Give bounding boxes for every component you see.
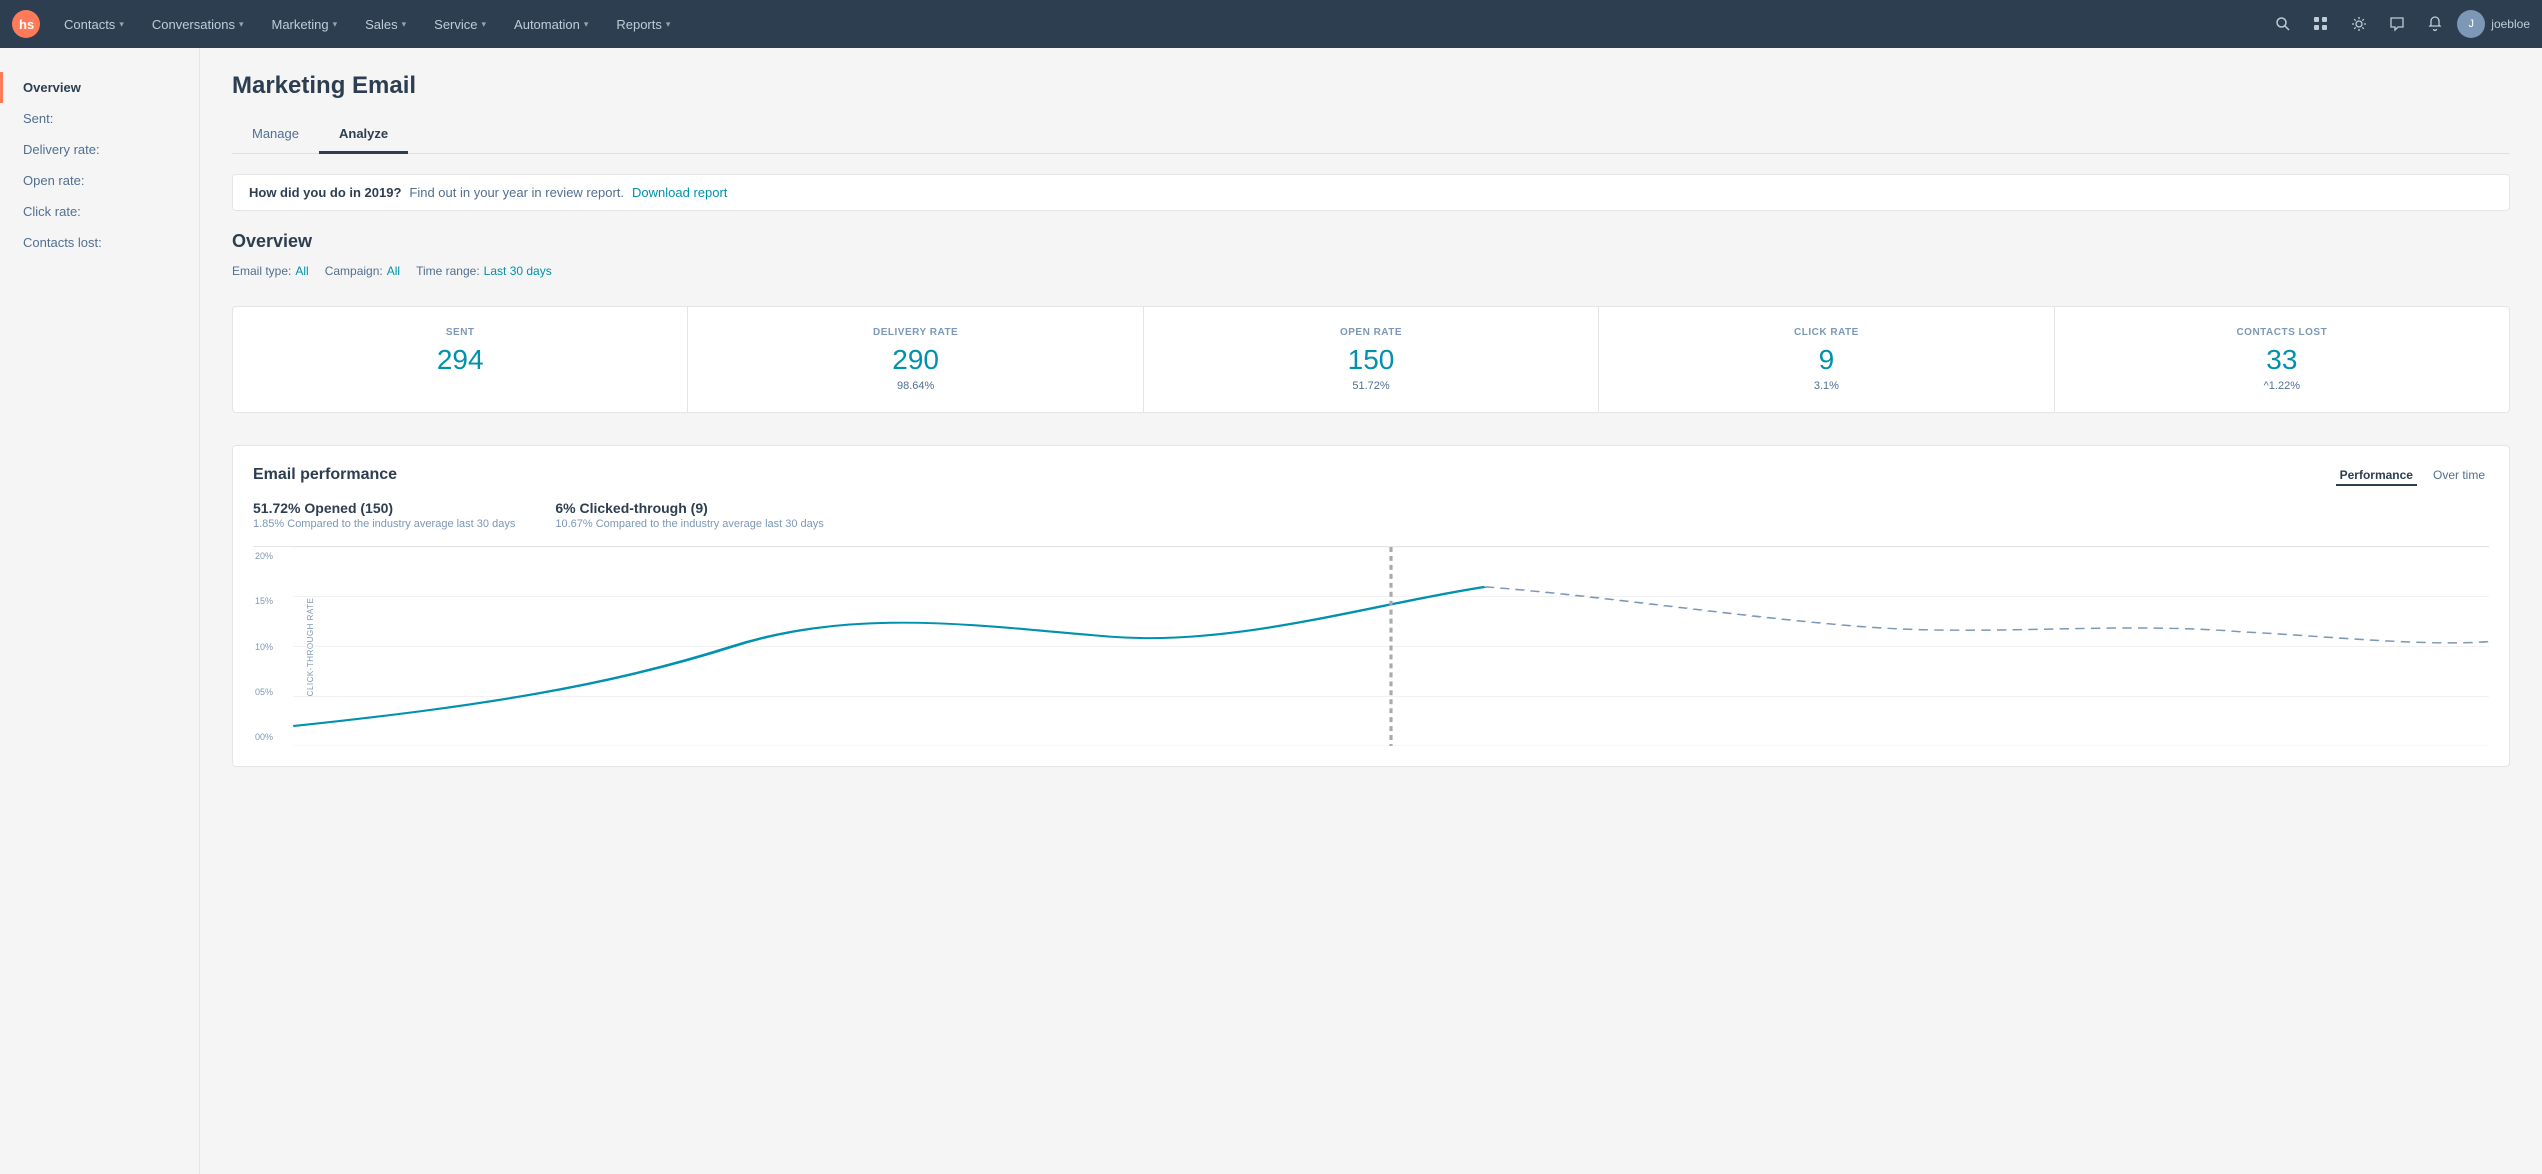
- banner-description: Find out in your year in review report.: [409, 185, 624, 200]
- performance-title: Email performance: [253, 466, 397, 484]
- stat-open-rate: OPEN RATE 150 51.72%: [1144, 307, 1599, 412]
- sidebar-item-sent[interactable]: Sent:: [0, 103, 199, 134]
- filter-campaign-value[interactable]: All: [387, 264, 400, 278]
- download-report-link[interactable]: Download report: [632, 185, 727, 200]
- stat-open-rate-sub: 51.72%: [1160, 380, 1582, 392]
- main-content: Marketing Email Manage Analyze How did y…: [200, 48, 2542, 1174]
- sidebar-item-delivery-rate[interactable]: Delivery rate:: [0, 134, 199, 165]
- stat-sent-label: SENT: [249, 327, 671, 338]
- page-tabs: Manage Analyze: [232, 116, 2510, 154]
- username-label[interactable]: joebloe: [2491, 17, 2530, 31]
- filter-campaign: Campaign: All: [325, 264, 400, 278]
- stat-contacts-lost-sub: ^1.22%: [2071, 380, 2493, 392]
- chevron-down-icon: ▾: [119, 19, 124, 30]
- year-review-banner: How did you do in 2019? Find out in your…: [232, 174, 2510, 211]
- perf-metric-clicked-sub: 10.67% Compared to the industry average …: [555, 518, 823, 530]
- filter-time-range: Time range: Last 30 days: [416, 264, 552, 278]
- chart-area: 20% 15% 10% 05% 00% CLICK-THROUGH RATE: [253, 546, 2489, 746]
- stat-delivery-rate-value: 290: [704, 344, 1126, 376]
- stat-open-rate-value: 150: [1160, 344, 1582, 376]
- chevron-down-icon: ▾: [402, 19, 407, 30]
- perf-metric-opened-sub: 1.85% Compared to the industry average l…: [253, 518, 515, 530]
- banner-question: How did you do in 2019?: [249, 185, 401, 200]
- filter-email-type: Email type: All: [232, 264, 309, 278]
- stat-delivery-rate: DELIVERY RATE 290 98.64%: [688, 307, 1143, 412]
- perf-metric-opened-title: 51.72% Opened (150): [253, 500, 515, 516]
- nav-item-conversations[interactable]: Conversations ▾: [140, 0, 256, 48]
- perf-metric-clicked-title: 6% Clicked-through (9): [555, 500, 823, 516]
- navbar: hs Contacts ▾ Conversations ▾ Marketing …: [0, 0, 2542, 48]
- filter-time-range-value[interactable]: Last 30 days: [484, 264, 552, 278]
- chevron-down-icon: ▾: [333, 19, 338, 30]
- stat-contacts-lost-label: CONTACTS LOST: [2071, 327, 2493, 338]
- page-title: Marketing Email: [232, 72, 2510, 100]
- tab-manage[interactable]: Manage: [232, 116, 319, 154]
- y-label-2: 05%: [255, 687, 273, 697]
- nav-item-automation[interactable]: Automation ▾: [502, 0, 600, 48]
- chevron-down-icon: ▾: [584, 19, 589, 30]
- stat-click-rate-label: CLICK RATE: [1615, 327, 2037, 338]
- tab-analyze[interactable]: Analyze: [319, 116, 408, 154]
- chevron-down-icon: ▾: [482, 19, 487, 30]
- stat-delivery-rate-sub: 98.64%: [704, 380, 1126, 392]
- y-label-3: 10%: [255, 642, 273, 652]
- stat-sent: SENT 294: [233, 307, 688, 412]
- stats-grid: SENT 294 DELIVERY RATE 290 98.64% OPEN R…: [232, 306, 2510, 413]
- hubspot-logo[interactable]: hs: [12, 10, 40, 38]
- chart-tabs: Performance Over time: [2336, 466, 2489, 486]
- sidebar-item-open-rate[interactable]: Open rate:: [0, 165, 199, 196]
- avatar[interactable]: J: [2457, 10, 2485, 38]
- notifications-icon[interactable]: [2419, 8, 2451, 40]
- overview-section-title: Overview: [232, 231, 2510, 252]
- nav-item-service[interactable]: Service ▾: [422, 0, 498, 48]
- sidebar: Overview Sent: Delivery rate: Open rate:…: [0, 48, 200, 1174]
- stat-contacts-lost: CONTACTS LOST 33 ^1.22%: [2055, 307, 2509, 412]
- chart-tab-over-time[interactable]: Over time: [2429, 466, 2489, 486]
- email-performance-section: Email performance Performance Over time …: [232, 445, 2510, 767]
- sidebar-item-overview[interactable]: Overview: [0, 72, 199, 103]
- stat-sent-value: 294: [249, 344, 671, 376]
- chevron-down-icon: ▾: [239, 19, 244, 30]
- stat-delivery-rate-label: DELIVERY RATE: [704, 327, 1126, 338]
- page-wrapper: Overview Sent: Delivery rate: Open rate:…: [0, 48, 2542, 1174]
- filter-email-type-value[interactable]: All: [295, 264, 308, 278]
- filters-bar: Email type: All Campaign: All Time range…: [232, 264, 2510, 278]
- filter-time-range-label: Time range:: [416, 264, 480, 278]
- chat-icon[interactable]: [2381, 8, 2413, 40]
- y-label-5: 20%: [255, 551, 273, 561]
- y-label-4: 15%: [255, 596, 273, 606]
- perf-metric-clicked: 6% Clicked-through (9) 10.67% Compared t…: [555, 500, 823, 530]
- sidebar-item-click-rate[interactable]: Click rate:: [0, 196, 199, 227]
- perf-metric-opened: 51.72% Opened (150) 1.85% Compared to th…: [253, 500, 515, 530]
- stat-click-rate-sub: 3.1%: [1615, 380, 2037, 392]
- filter-campaign-label: Campaign:: [325, 264, 383, 278]
- nav-item-marketing[interactable]: Marketing ▾: [259, 0, 349, 48]
- svg-text:hs: hs: [19, 17, 34, 32]
- stat-contacts-lost-value: 33: [2071, 344, 2493, 376]
- stat-open-rate-label: OPEN RATE: [1160, 327, 1582, 338]
- perf-metrics: 51.72% Opened (150) 1.85% Compared to th…: [253, 500, 2489, 530]
- y-label-1: 00%: [255, 732, 273, 742]
- stat-click-rate: CLICK RATE 9 3.1%: [1599, 307, 2054, 412]
- filter-email-type-label: Email type:: [232, 264, 291, 278]
- chevron-down-icon: ▾: [666, 19, 671, 30]
- apps-icon[interactable]: [2305, 8, 2337, 40]
- search-icon[interactable]: [2267, 8, 2299, 40]
- stat-click-rate-value: 9: [1615, 344, 2037, 376]
- sidebar-item-contacts-lost[interactable]: Contacts lost:: [0, 227, 199, 258]
- settings-icon[interactable]: [2343, 8, 2375, 40]
- chart-tab-performance[interactable]: Performance: [2336, 466, 2417, 486]
- nav-item-reports[interactable]: Reports ▾: [604, 0, 682, 48]
- nav-item-sales[interactable]: Sales ▾: [353, 0, 418, 48]
- performance-chart: [293, 547, 2489, 746]
- navbar-right: J joebloe: [2267, 8, 2530, 40]
- nav-item-contacts[interactable]: Contacts ▾: [52, 0, 136, 48]
